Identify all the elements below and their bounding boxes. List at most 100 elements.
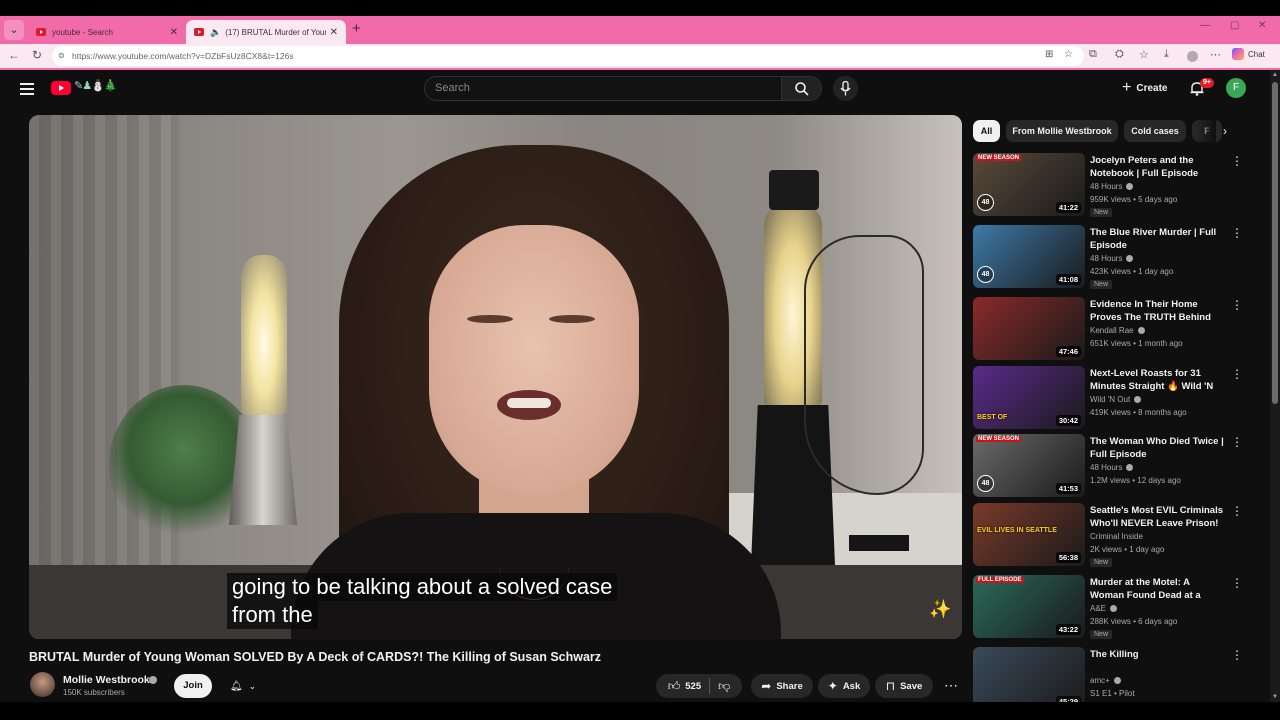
- video-thumbnail[interactable]: NEW SEASON 48 41:53: [973, 434, 1085, 497]
- tab-youtube-search[interactable]: youtube - Search ✕: [28, 20, 186, 44]
- video-player[interactable]: going to be talking about a solved case …: [29, 115, 962, 639]
- recommended-video-title[interactable]: Jocelyn Peters and the Notebook | Full E…: [1090, 154, 1226, 180]
- more-options-icon[interactable]: ⋮: [1231, 576, 1243, 590]
- recommended-video-title[interactable]: Seattle's Most EVIL Criminals Who'll NEV…: [1090, 504, 1226, 530]
- recommended-video-title[interactable]: Evidence In Their Home Proves The TRUTH …: [1090, 298, 1226, 324]
- close-tab-icon[interactable]: ✕: [170, 27, 178, 38]
- recommended-video-title[interactable]: Next-Level Roasts for 31 Minutes Straigh…: [1090, 367, 1226, 393]
- chat-label: Chat: [1248, 49, 1265, 59]
- chip-cold-cases[interactable]: Cold cases: [1124, 120, 1186, 142]
- more-actions-icon[interactable]: ⋯: [940, 674, 962, 698]
- scrollbar-thumb[interactable]: [1272, 82, 1278, 404]
- extension-icon[interactable]: ⛭: [1115, 48, 1124, 61]
- chip-all[interactable]: All: [973, 120, 1000, 142]
- chevron-right-icon[interactable]: ›: [1216, 122, 1234, 140]
- recommended-video-title[interactable]: Murder at the Motel: A Woman Found Dead …: [1090, 576, 1226, 602]
- thumbnail-overlay-text: EVIL LIVES IN SEATTLE: [977, 527, 1057, 534]
- recommended-channel-name: amc+: [1090, 676, 1110, 685]
- more-options-icon[interactable]: ⋮: [1231, 226, 1243, 240]
- favorites-icon[interactable]: ☆: [1139, 48, 1149, 61]
- recommended-channel[interactable]: Kendall Rae: [1090, 326, 1145, 335]
- new-badge: New: [1090, 630, 1113, 639]
- channel-avatar[interactable]: [30, 672, 55, 697]
- bookmark-star-icon[interactable]: ☆: [1064, 49, 1073, 60]
- video-thumbnail[interactable]: BEST OF 30:42: [973, 366, 1085, 429]
- save-button[interactable]: ⊓ Save: [875, 674, 933, 698]
- new-badge: New: [1090, 280, 1113, 289]
- recommended-channel-name: Kendall Rae: [1090, 326, 1134, 335]
- recommended-video-title[interactable]: The Woman Who Died Twice | Full Episode: [1090, 435, 1226, 461]
- reload-icon[interactable]: ↻: [32, 48, 42, 62]
- search-button[interactable]: [781, 76, 822, 101]
- recommended-video[interactable]: NEW SEASON 48 41:22 Jocelyn Peters and the …: [973, 153, 1263, 219]
- recommended-video[interactable]: 47:46 Evidence In Their Home Proves The T…: [973, 297, 1263, 363]
- create-button[interactable]: + Create: [1116, 77, 1173, 99]
- recommended-video[interactable]: NEW SEASON 48 41:53 The Woman Who Died Twic…: [973, 434, 1263, 500]
- recommended-video-title[interactable]: The Killing: [1090, 648, 1226, 661]
- profile-avatar[interactable]: [1187, 51, 1198, 62]
- tab-current-video[interactable]: 🔈 (17) BRUTAL Murder of Young ✕: [186, 20, 346, 44]
- install-app-icon[interactable]: ⊞: [1045, 49, 1053, 60]
- subscription-bell-button[interactable]: 🔔︎ ⌄: [220, 674, 266, 698]
- more-options-icon[interactable]: ⋮: [1231, 298, 1243, 312]
- recommended-channel[interactable]: 48 Hours: [1090, 182, 1134, 191]
- recommended-meta: 2K views • 1 day ago: [1090, 545, 1165, 554]
- recommended-meta: 419K views • 8 months ago: [1090, 408, 1187, 417]
- page-scrollbar[interactable]: ▲ ▼: [1270, 70, 1280, 702]
- channel-name[interactable]: Mollie Westbrook: [63, 674, 150, 686]
- close-window-icon[interactable]: ✕: [1258, 20, 1266, 31]
- video-thumbnail[interactable]: EVIL LIVES IN SEATTLE 56:38: [973, 503, 1085, 566]
- tab-search-button[interactable]: ⌄: [4, 20, 24, 40]
- video-thumbnail[interactable]: NEW SEASON 48 41:22: [973, 153, 1085, 216]
- join-button[interactable]: Join: [174, 674, 212, 698]
- dislike-icon[interactable]: 👎︎: [718, 679, 730, 694]
- menu-icon[interactable]: [20, 83, 34, 95]
- recommended-video[interactable]: FULL EPISODE 43:22 Murder at the Motel: A …: [973, 575, 1263, 641]
- site-info-icon[interactable]: ⊜: [58, 46, 65, 66]
- youtube-logo-icon[interactable]: [51, 81, 71, 95]
- recommended-channel[interactable]: 48 Hours: [1090, 254, 1134, 263]
- video-thumbnail[interactable]: FULL EPISODE 43:22: [973, 575, 1085, 638]
- downloads-icon[interactable]: ⤓: [1164, 48, 1169, 61]
- recommended-video[interactable]: EVIL LIVES IN SEATTLE 56:38 Seattle's Most…: [973, 503, 1263, 569]
- close-tab-icon[interactable]: ✕: [330, 27, 338, 38]
- recommended-channel[interactable]: Criminal Inside: [1090, 532, 1143, 541]
- recommended-channel-name: 48 Hours: [1090, 182, 1123, 191]
- scroll-down-icon[interactable]: ▼: [1271, 694, 1279, 700]
- video-thumbnail[interactable]: 47:46: [973, 297, 1085, 360]
- back-icon[interactable]: ←: [8, 48, 20, 62]
- more-options-icon[interactable]: ⋮: [1231, 154, 1243, 168]
- scroll-up-icon[interactable]: ▲: [1271, 72, 1279, 78]
- more-menu-icon[interactable]: ⋯: [1210, 48, 1221, 61]
- recommended-channel[interactable]: 48 Hours: [1090, 463, 1134, 472]
- ask-button[interactable]: ✦ Ask: [818, 674, 870, 698]
- new-tab-button[interactable]: +: [352, 20, 361, 37]
- more-options-icon[interactable]: ⋮: [1231, 648, 1243, 662]
- more-options-icon[interactable]: ⋮: [1231, 367, 1243, 381]
- recommended-channel[interactable]: A&E: [1090, 604, 1118, 613]
- minimize-icon[interactable]: —: [1200, 20, 1210, 31]
- video-thumbnail[interactable]: 48 41:08: [973, 225, 1085, 288]
- address-bar[interactable]: ⊜ https://www.youtube.com/watch?v=DZbFsU…: [52, 46, 1084, 66]
- recommended-channel[interactable]: amc+: [1090, 676, 1121, 685]
- voice-search-button[interactable]: [833, 76, 858, 101]
- video-thumbnail[interactable]: 45:29: [973, 647, 1085, 710]
- youtube-doodle[interactable]: ✎♟⛄🎄: [74, 79, 117, 92]
- maximize-icon[interactable]: ▢: [1230, 20, 1239, 31]
- account-avatar[interactable]: F: [1226, 78, 1246, 98]
- recommended-video[interactable]: BEST OF 30:42 Next-Level Roasts for 31 Min…: [973, 366, 1263, 432]
- recommended-video-title[interactable]: The Blue River Murder | Full Episode: [1090, 226, 1226, 252]
- recommended-video[interactable]: 48 41:08 The Blue River Murder | Full Epis…: [973, 225, 1263, 291]
- audio-playing-icon[interactable]: 🔈: [210, 27, 221, 38]
- recommended-channel[interactable]: Wild 'N Out: [1090, 395, 1142, 404]
- extensions-icon[interactable]: ⧉: [1089, 48, 1097, 61]
- chip-from-channel[interactable]: From Mollie Westbrook: [1006, 120, 1118, 142]
- like-icon[interactable]: 👍︎: [668, 679, 681, 694]
- search-input[interactable]: Search: [424, 76, 782, 101]
- share-button[interactable]: ➦ Share: [751, 674, 813, 698]
- more-options-icon[interactable]: ⋮: [1231, 435, 1243, 449]
- subscriber-count: 150K subscribers: [63, 688, 125, 697]
- like-count[interactable]: 525: [685, 681, 701, 692]
- more-options-icon[interactable]: ⋮: [1231, 504, 1243, 518]
- copilot-chat-button[interactable]: Chat: [1232, 48, 1265, 60]
